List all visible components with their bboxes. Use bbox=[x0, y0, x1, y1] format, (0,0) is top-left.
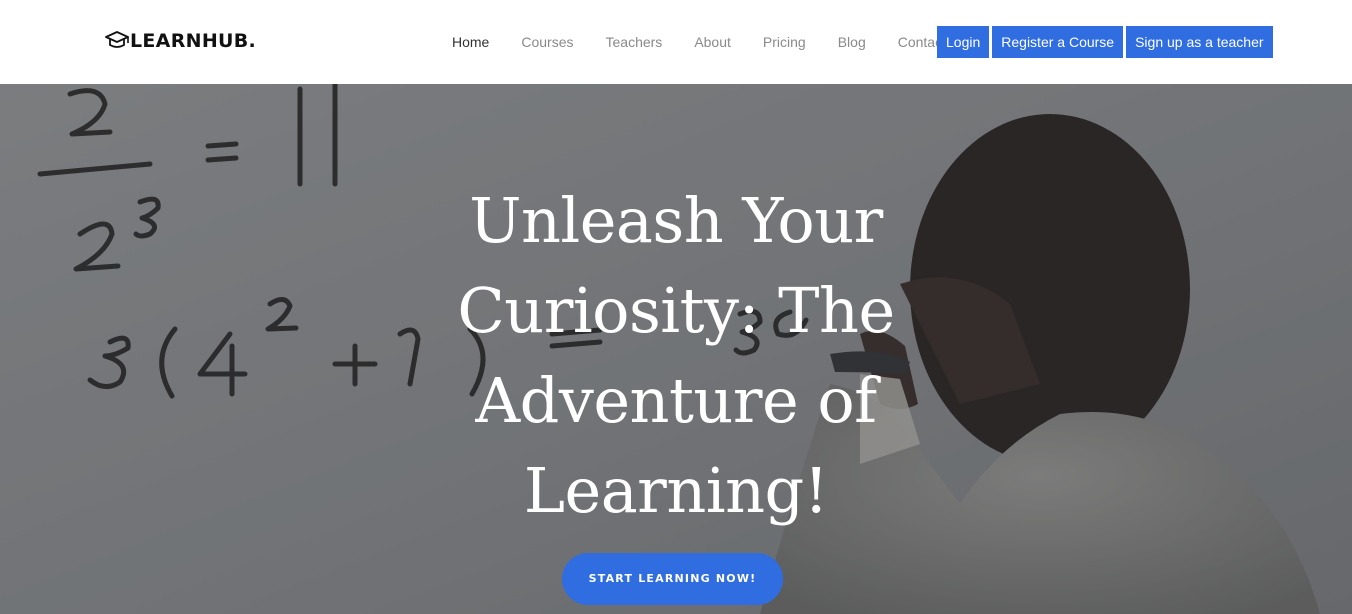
hero-title: Unleash Your Curiosity: The Adventure of… bbox=[457, 184, 895, 527]
hero-section: Unleash Your Curiosity: The Adventure of… bbox=[0, 84, 1352, 614]
nav-blog[interactable]: Blog bbox=[822, 34, 882, 50]
nav-pricing[interactable]: Pricing bbox=[747, 34, 822, 50]
main-nav: Home Courses Teachers About Pricing Blog… bbox=[436, 26, 962, 58]
login-button[interactable]: Login bbox=[937, 26, 990, 58]
nav-actions: Login Register a Course Sign up as a tea… bbox=[937, 26, 1276, 58]
brand-name: LEARNHUB. bbox=[130, 30, 257, 52]
graduation-cap-icon bbox=[105, 31, 129, 48]
nav-home[interactable]: Home bbox=[436, 34, 505, 50]
nav-courses[interactable]: Courses bbox=[505, 34, 589, 50]
logo[interactable]: LEARNHUB. bbox=[104, 28, 256, 54]
nav-teachers[interactable]: Teachers bbox=[590, 34, 679, 50]
register-course-button[interactable]: Register a Course bbox=[992, 26, 1124, 58]
start-learning-button[interactable]: START LEARNING NOW! bbox=[562, 553, 783, 605]
nav-about[interactable]: About bbox=[678, 34, 747, 50]
navbar: LEARNHUB. Home Courses Teachers About Pr… bbox=[0, 0, 1352, 84]
teacher-signup-button[interactable]: Sign up as a teacher bbox=[1126, 26, 1273, 58]
